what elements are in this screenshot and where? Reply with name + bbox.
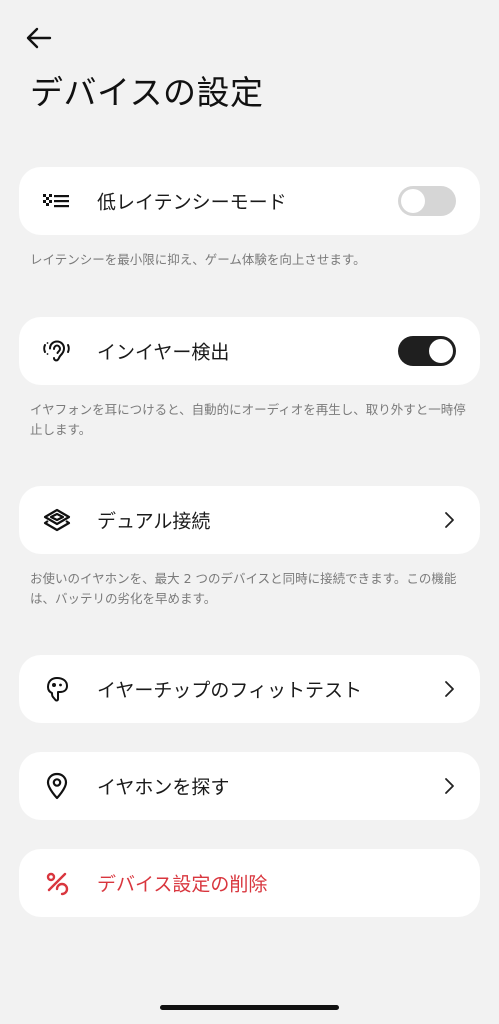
in-ear-detection-label: インイヤー検出 — [97, 341, 230, 364]
low-latency-icon — [41, 185, 73, 217]
find-earphones-row[interactable]: イヤホンを探す — [19, 752, 480, 820]
arrow-left-icon — [26, 27, 52, 49]
low-latency-label: 低レイテンシーモード — [97, 191, 287, 214]
toggle-knob — [401, 189, 425, 213]
delete-device-settings-row[interactable]: デバイス設定の削除 — [19, 849, 480, 917]
chevron-right-icon — [445, 512, 454, 528]
dual-connection-description: お使いのイヤホンを、最大 2 つのデバイスと同時に接続できます。この機能は、バッ… — [30, 571, 457, 606]
chevron-right-icon — [445, 778, 454, 794]
delete-device-settings-label: デバイス設定の削除 — [97, 873, 268, 896]
low-latency-row[interactable]: 低レイテンシーモード — [19, 167, 480, 235]
low-latency-toggle[interactable] — [398, 186, 456, 216]
low-latency-description: レイテンシーを最小限に抑え、ゲーム体験を向上させます。 — [30, 252, 366, 267]
ear-tip-fit-test-row[interactable]: イヤーチップのフィットテスト — [19, 655, 480, 723]
layers-icon — [41, 504, 73, 536]
ear-tip-icon — [41, 673, 73, 705]
dual-connection-label: デュアル接続 — [97, 510, 211, 533]
in-ear-detection-toggle[interactable] — [398, 336, 456, 366]
find-earphones-label: イヤホンを探す — [97, 776, 230, 799]
page-title: デバイスの設定 — [30, 73, 264, 112]
chevron-right-icon — [445, 681, 454, 697]
location-pin-icon — [41, 770, 73, 802]
in-ear-detection-description: イヤフォンを耳につけると、自動的にオーディオを再生し、取り外すと一時停止します。 — [30, 402, 466, 437]
toggle-knob — [429, 339, 453, 363]
back-button[interactable] — [24, 22, 60, 54]
dual-connection-row[interactable]: デュアル接続 — [19, 486, 480, 554]
in-ear-detection-row[interactable]: インイヤー検出 — [19, 317, 480, 385]
ear-tip-fit-test-label: イヤーチップのフィットテスト — [97, 679, 363, 702]
delete-settings-icon — [41, 867, 73, 899]
ear-detection-icon — [41, 335, 73, 367]
home-indicator[interactable] — [160, 1005, 339, 1010]
